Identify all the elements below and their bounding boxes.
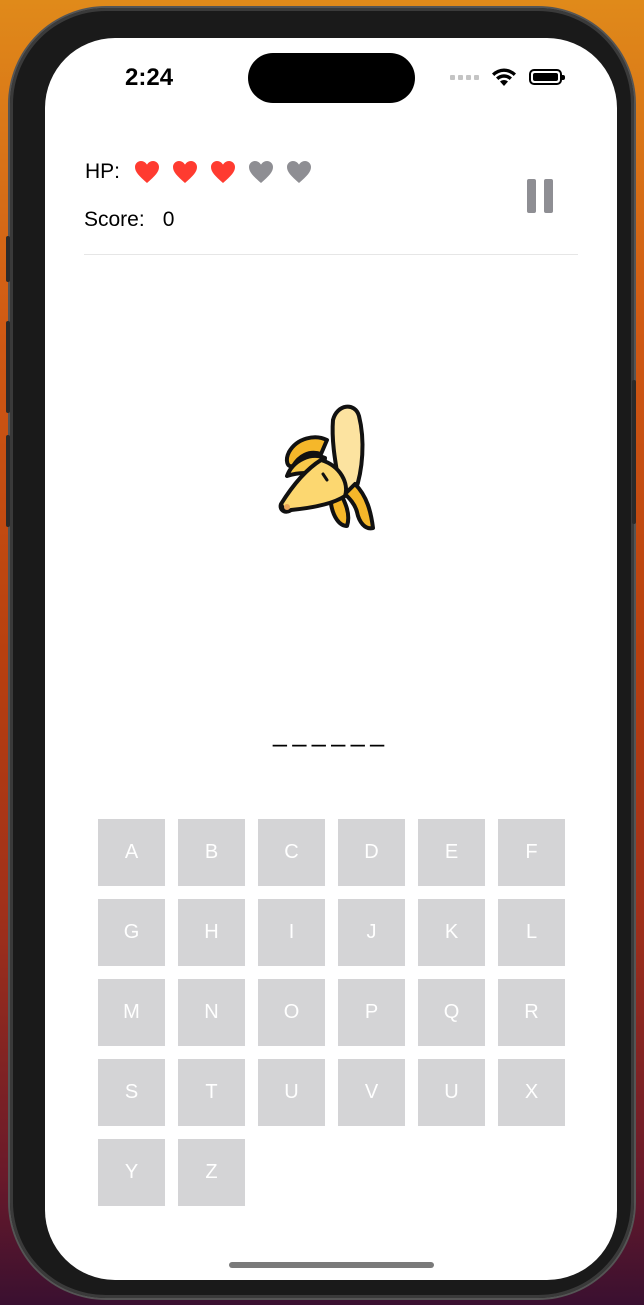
- volume-up-button: [6, 321, 10, 413]
- key-m[interactable]: M: [98, 979, 165, 1046]
- status-time: 2:24: [125, 64, 174, 91]
- key-r[interactable]: R: [498, 979, 565, 1046]
- key-h[interactable]: H: [178, 899, 245, 966]
- key-z[interactable]: Z: [178, 1139, 245, 1206]
- key-k[interactable]: K: [418, 899, 485, 966]
- key-g[interactable]: G: [98, 899, 165, 966]
- key-s[interactable]: S: [98, 1059, 165, 1126]
- dynamic-island: [248, 53, 415, 103]
- pause-button[interactable]: [527, 179, 553, 213]
- status-icons: [450, 66, 565, 88]
- heart-full-icon: [135, 161, 160, 183]
- key-c[interactable]: C: [258, 819, 325, 886]
- heart-full-icon: [173, 161, 198, 183]
- key-b[interactable]: B: [178, 819, 245, 886]
- pause-icon: [527, 179, 536, 213]
- hp-row: HP:: [85, 160, 324, 184]
- key-u[interactable]: U: [418, 1059, 485, 1126]
- score-label: Score:: [84, 208, 145, 231]
- screen: 2:24 HP: Score: 0 –––––– A B C D E F G H…: [45, 38, 617, 1280]
- key-u[interactable]: U: [258, 1059, 325, 1126]
- key-d[interactable]: D: [338, 819, 405, 886]
- key-l[interactable]: L: [498, 899, 565, 966]
- home-indicator[interactable]: [229, 1262, 434, 1268]
- key-n[interactable]: N: [178, 979, 245, 1046]
- key-j[interactable]: J: [338, 899, 405, 966]
- cellular-signal-icon: [450, 74, 479, 80]
- key-e[interactable]: E: [418, 819, 485, 886]
- banana-icon: [278, 404, 375, 531]
- heart-empty-icon: [287, 161, 312, 183]
- wifi-icon: [492, 68, 516, 86]
- key-q[interactable]: Q: [418, 979, 485, 1046]
- hp-hearts: [134, 160, 324, 184]
- key-v[interactable]: V: [338, 1059, 405, 1126]
- action-button: [6, 236, 10, 282]
- score-row: Score: 0: [84, 208, 174, 232]
- key-i[interactable]: I: [258, 899, 325, 966]
- heart-empty-icon: [249, 161, 274, 183]
- key-o[interactable]: O: [258, 979, 325, 1046]
- power-button: [632, 380, 636, 524]
- score-value: 0: [162, 208, 175, 231]
- key-f[interactable]: F: [498, 819, 565, 886]
- key-t[interactable]: T: [178, 1059, 245, 1126]
- phone-frame: 2:24 HP: Score: 0 –––––– A B C D E F G H…: [6, 8, 636, 1298]
- key-p[interactable]: P: [338, 979, 405, 1046]
- heart-full-icon: [211, 161, 236, 183]
- battery-icon: [529, 69, 565, 85]
- hud-divider: [84, 254, 578, 255]
- key-x[interactable]: X: [498, 1059, 565, 1126]
- volume-down-button: [6, 435, 10, 527]
- key-y[interactable]: Y: [98, 1139, 165, 1206]
- key-a[interactable]: A: [98, 819, 165, 886]
- word-mask: ––––––: [272, 728, 390, 758]
- hp-label: HP:: [85, 160, 121, 183]
